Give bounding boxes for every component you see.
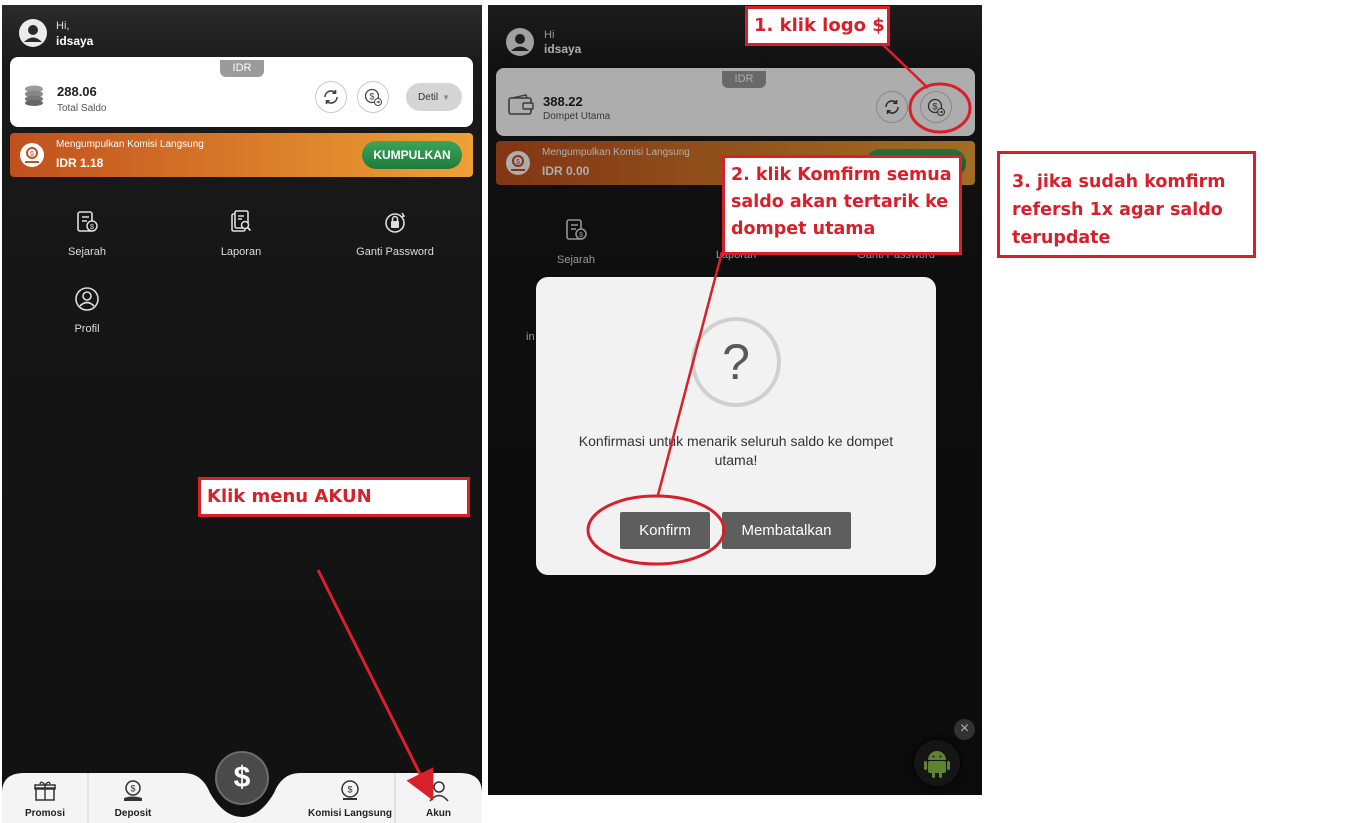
annotation-klik-akun: Klik menu AKUN (198, 477, 470, 517)
circle-dollar-logo (908, 82, 972, 134)
line-to-dollar-logo (879, 41, 929, 89)
annotation-step1: 1. klik logo $ (745, 6, 890, 46)
arrow-to-akun (316, 569, 434, 801)
annotation-step3: 3. jika sudah komfirm refersh 1x agar sa… (997, 151, 1256, 258)
annotation-step2: 2. klik Komfirm semua saldo akan tertari… (722, 155, 962, 255)
line-to-konfirm (656, 251, 724, 496)
circle-konfirm-button (586, 494, 726, 566)
annotation-overlay (316, 41, 972, 801)
